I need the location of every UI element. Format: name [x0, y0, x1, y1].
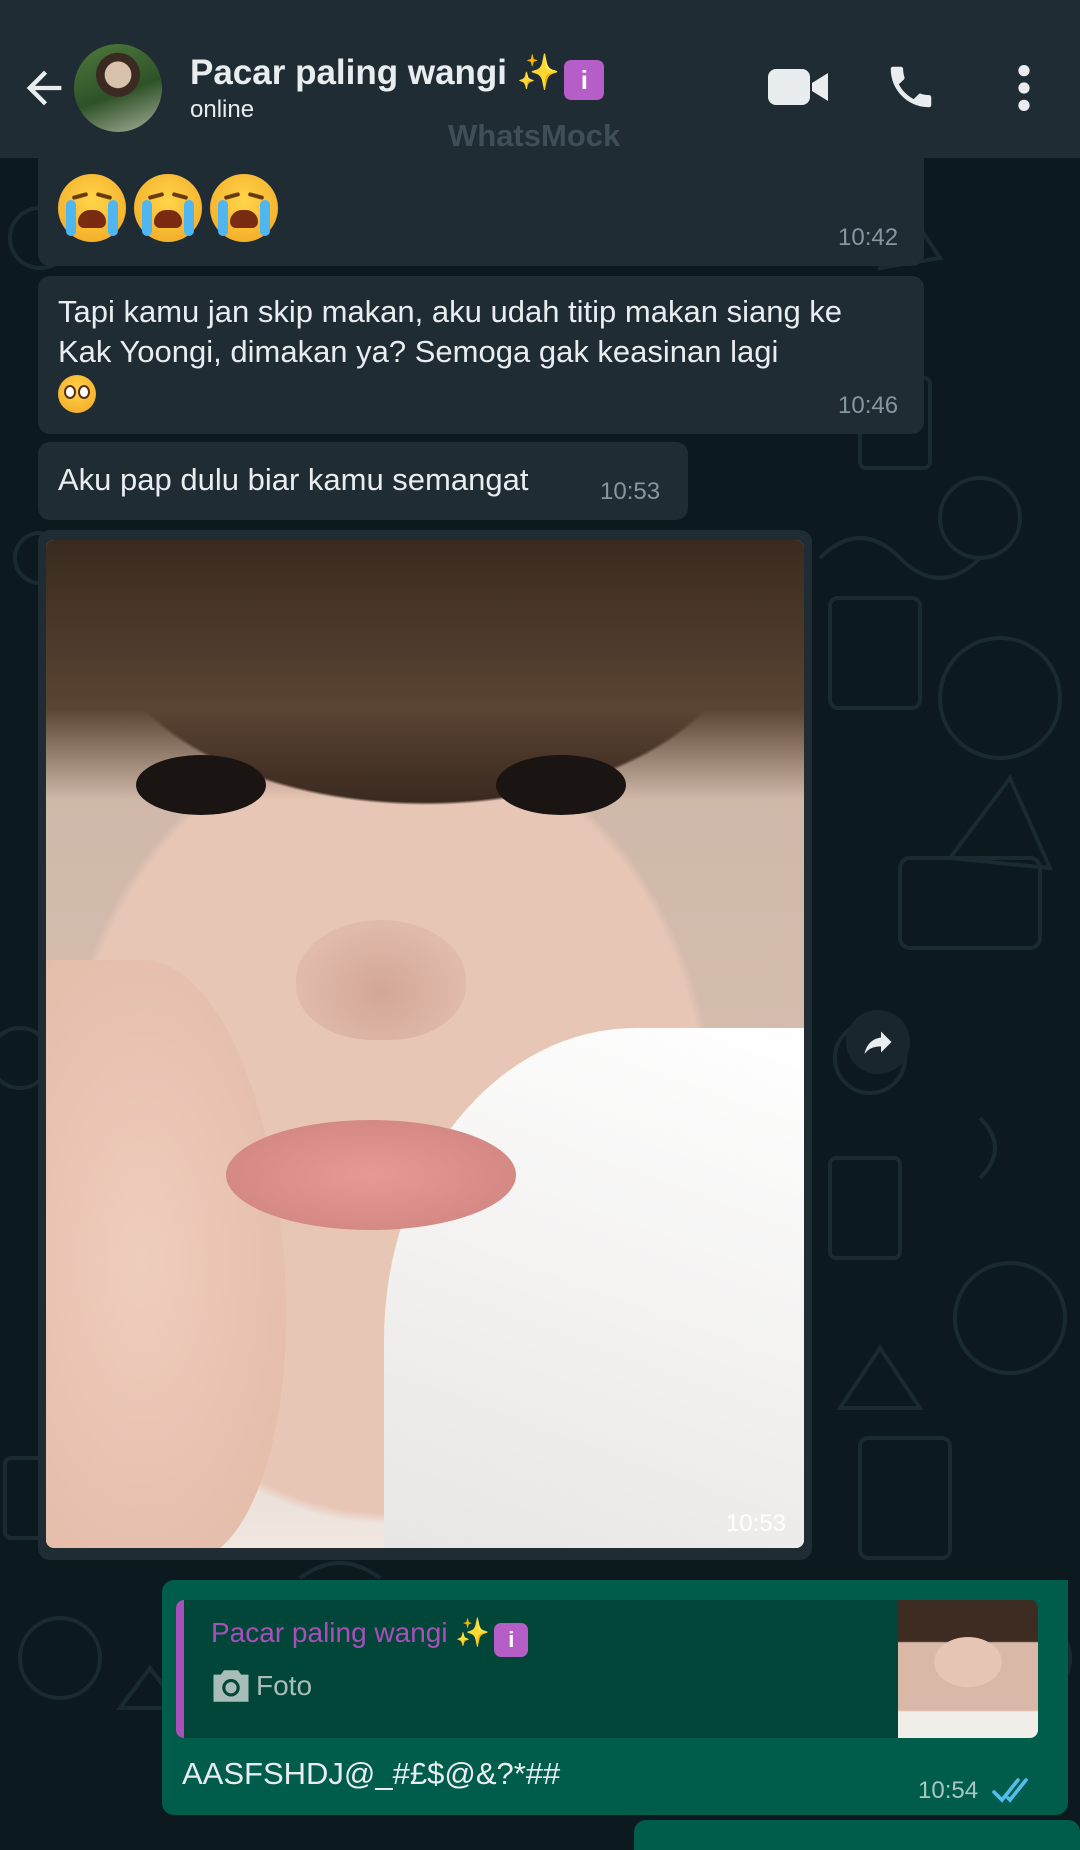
pleading-face-emoji: [58, 374, 96, 413]
more-vertical-icon[interactable]: [1006, 62, 1042, 114]
message-time: 10:54: [918, 1777, 979, 1804]
outgoing-reply-message[interactable]: Pacar paling wangi ✨ i Foto AASFSHDJ@_#£$…: [162, 1580, 1068, 1815]
message-text: Tapi kamu jan skip makan, aku udah titip…: [58, 292, 878, 413]
contact-avatar[interactable]: [74, 44, 162, 132]
incoming-message[interactable]: 😭😭😭 10:42: [38, 150, 924, 266]
quoted-message[interactable]: Pacar paling wangi ✨ i Foto: [176, 1600, 1038, 1738]
sparkles-emoji: ✨: [516, 53, 561, 92]
selfie-photo[interactable]: 10:53: [46, 540, 804, 1548]
read-receipt-icon: [992, 1778, 1028, 1803]
loudly-crying-emoji: [134, 174, 202, 242]
info-badge-emoji: i: [564, 60, 605, 100]
watermark: WhatsMock: [448, 118, 621, 153]
next-outgoing-message[interactable]: [634, 1820, 1080, 1850]
phone-icon[interactable]: [884, 60, 938, 114]
forward-button[interactable]: [846, 1010, 910, 1074]
quoted-type: Foto: [256, 1670, 313, 1701]
incoming-message[interactable]: Tapi kamu jan skip makan, aku udah titip…: [38, 276, 924, 434]
video-call-icon[interactable]: [766, 62, 830, 112]
quoted-sender-name: Pacar paling wangi: [211, 1617, 448, 1648]
message-time: 10:53: [600, 478, 661, 505]
contact-name-text: Pacar paling wangi: [190, 53, 508, 92]
contact-name[interactable]: Pacar paling wangi ✨ i: [190, 52, 605, 100]
sparkles-emoji: ✨: [455, 1617, 491, 1648]
incoming-message[interactable]: Aku pap dulu biar kamu semangat 10:53: [38, 442, 688, 520]
message-body: Tapi kamu jan skip makan, aku udah titip…: [58, 294, 843, 369]
back-arrow-icon[interactable]: [18, 62, 70, 114]
info-badge-emoji: i: [494, 1623, 529, 1657]
loudly-crying-emoji: [58, 174, 126, 242]
crying-emoji-row: [58, 174, 286, 242]
message-text: Aku pap dulu biar kamu semangat: [58, 462, 529, 497]
camera-icon: [213, 1670, 249, 1702]
contact-status: online: [190, 96, 255, 123]
chat-header: Pacar paling wangi ✨ i online WhatsMock: [0, 0, 1080, 158]
loudly-crying-emoji: [210, 174, 278, 242]
quoted-photo-thumbnail: [898, 1600, 1038, 1738]
quoted-sender: Pacar paling wangi ✨ i: [211, 1616, 529, 1657]
photo-time: 10:53: [725, 1510, 786, 1537]
quote-accent-bar: [176, 1600, 184, 1738]
message-time: 10:42: [838, 224, 899, 251]
forward-arrow-icon: [864, 1031, 892, 1054]
reply-text: AASFSHDJ@_#£$@&?*##: [182, 1756, 561, 1791]
message-time: 10:46: [838, 392, 899, 419]
